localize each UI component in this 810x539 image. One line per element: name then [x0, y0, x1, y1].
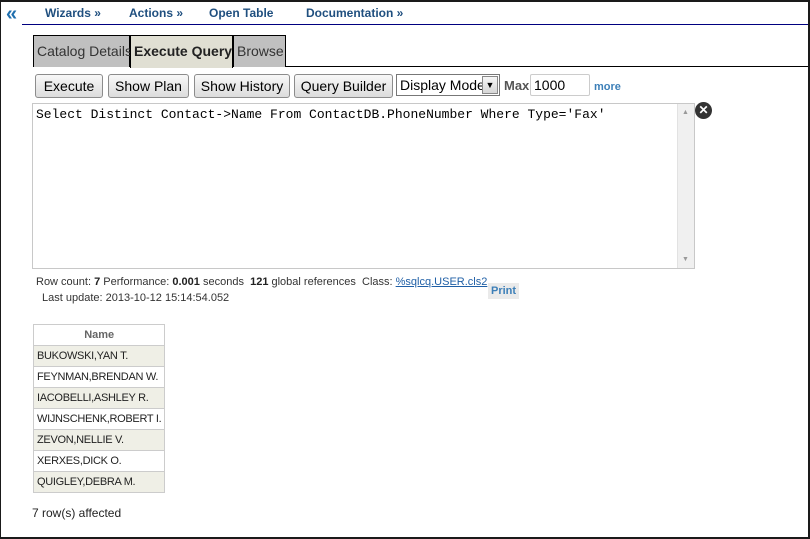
display-mode-value: Display Mode [400, 77, 485, 93]
table-row: BUKOWSKI,YAN T. [32, 345, 166, 367]
last-update-value: 2013-10-12 15:14:54.052 [105, 292, 230, 304]
menu-open-table[interactable]: Open Table [209, 6, 273, 20]
more-link[interactable]: more [594, 81, 621, 93]
last-update: Last update: 2013-10-12 15:14:54.052 [42, 292, 229, 304]
cell-name: BUKOWSKI,YAN T. [32, 345, 166, 367]
tab-browse[interactable]: Browse [233, 35, 286, 67]
scroll-down-icon[interactable]: ▼ [682, 256, 689, 263]
show-history-button[interactable]: Show History [194, 74, 290, 98]
scroll-up-icon[interactable]: ▲ [682, 109, 689, 116]
query-textarea[interactable]: Select Distinct Contact->Name From Conta… [33, 104, 678, 268]
row-count-label: Row count: [36, 276, 92, 288]
query-editor: Select Distinct Contact->Name From Conta… [32, 103, 695, 269]
cell-name: QUIGLEY,DEBRA M. [32, 471, 166, 493]
menu-actions[interactable]: Actions » [129, 6, 183, 20]
show-plan-button[interactable]: Show Plan [108, 74, 189, 98]
performance-label: Performance: [103, 276, 170, 288]
table-row: IACOBELLI,ASHLEY R. [32, 387, 166, 409]
collapse-sidebar-icon[interactable]: « [6, 4, 17, 24]
class-link[interactable]: %sqlcq.USER.cls2 [396, 276, 488, 288]
rows-affected: 7 row(s) affected [32, 506, 122, 520]
dropdown-arrow-icon: ▼ [482, 76, 498, 94]
cell-name: WIJNSCHENK,ROBERT I. [32, 408, 166, 430]
table-row: XERXES,DICK O. [32, 450, 166, 472]
query-stats: Row count: 7 Performance: 0.001 seconds … [36, 276, 487, 288]
cell-name: IACOBELLI,ASHLEY R. [32, 387, 166, 409]
max-label: Max [504, 78, 530, 93]
max-rows-input[interactable] [530, 74, 590, 96]
tab-execute-query[interactable]: Execute Query [130, 35, 233, 68]
class-label: Class: [362, 276, 393, 288]
query-builder-button[interactable]: Query Builder [294, 74, 393, 98]
menu-bar: Wizards » Actions » Open Table Documenta… [22, 0, 810, 25]
global-refs-value: 121 [250, 276, 269, 288]
cell-name: FEYNMAN,BRENDAN W. [32, 366, 166, 388]
print-button[interactable]: Print [488, 283, 520, 299]
clear-query-icon[interactable]: ✕ [695, 102, 712, 119]
results-table: Name BUKOWSKI,YAN T. FEYNMAN,BRENDAN W. … [32, 324, 166, 493]
last-update-label: Last update: [42, 292, 103, 304]
table-row: FEYNMAN,BRENDAN W. [32, 366, 166, 388]
query-scrollbar[interactable]: ▲ ▼ [677, 104, 694, 268]
global-refs-label: global references [271, 276, 356, 288]
table-row: WIJNSCHENK,ROBERT I. [32, 408, 166, 430]
execute-button[interactable]: Execute [35, 74, 103, 98]
menu-wizards[interactable]: Wizards » [45, 6, 101, 20]
cell-name: XERXES,DICK O. [32, 450, 166, 472]
row-count-value: 7 [94, 276, 101, 288]
table-row: QUIGLEY,DEBRA M. [32, 471, 166, 493]
display-mode-select[interactable]: Display Mode ▼ [396, 74, 500, 96]
table-row: ZEVON,NELLIE V. [32, 429, 166, 451]
tab-catalog-details[interactable]: Catalog Details [33, 35, 132, 67]
menu-documentation[interactable]: Documentation » [306, 6, 403, 20]
seconds-label: seconds [202, 276, 244, 288]
performance-value: 0.001 [172, 276, 200, 288]
cell-name: ZEVON,NELLIE V. [32, 429, 166, 451]
column-header-name[interactable]: Name [32, 324, 166, 346]
